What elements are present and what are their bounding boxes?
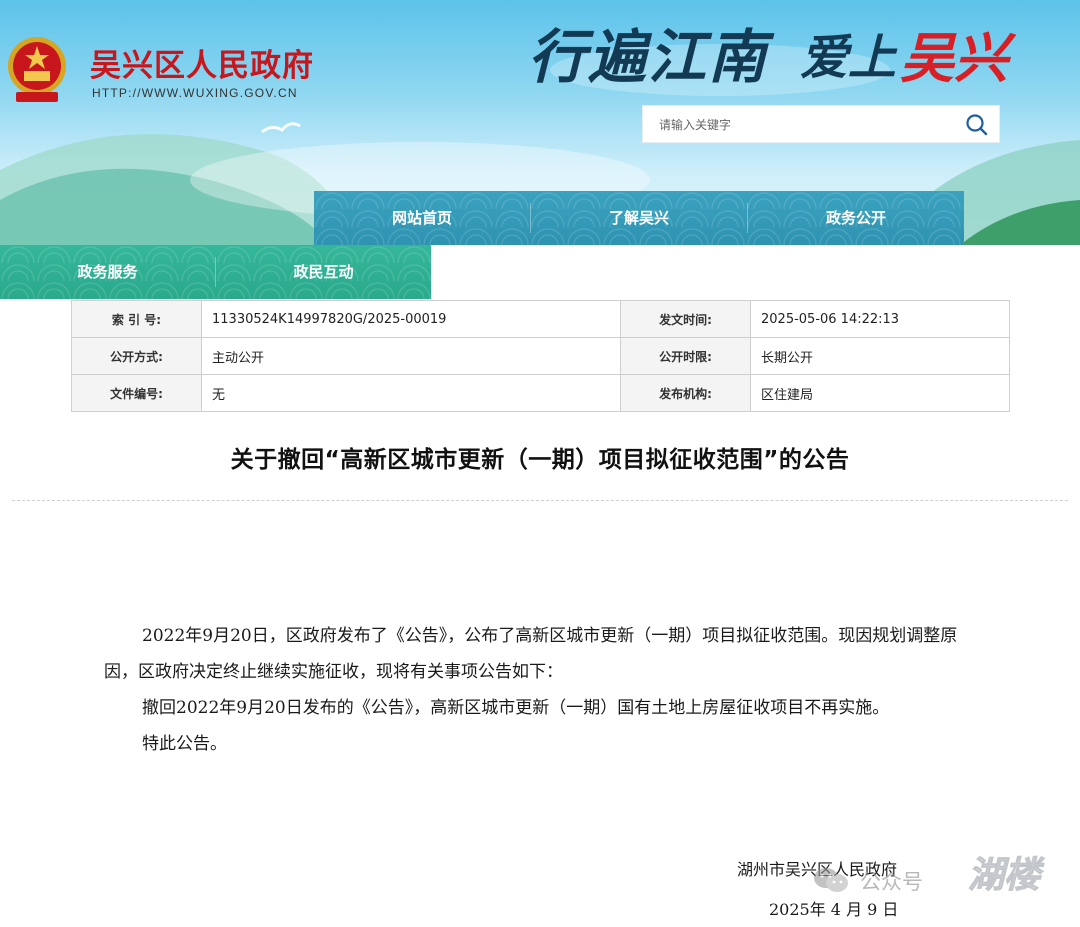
doc-number-label: 文件编号: [71, 374, 202, 412]
period-label: 公开时限: [620, 337, 751, 375]
signature-date: 2025年 4 月 9 日 [769, 900, 899, 919]
slogan-part2: 爱上 [800, 30, 897, 86]
publisher-label: 发布机构: [620, 374, 751, 412]
table-row: 文件编号: 无 发布机构: 区住建局 [71, 374, 1010, 412]
nav-item-interaction[interactable]: 政民互动 [216, 245, 431, 299]
nav-item-home[interactable]: 网站首页 [314, 191, 530, 245]
article-paragraph: 撤回2022年9月20日发布的《公告》，高新区城市更新（一期）国有土地上房屋征收… [142, 698, 890, 718]
search-box [642, 105, 1000, 144]
title-divider [12, 500, 1068, 501]
wechat-icon [812, 866, 850, 894]
national-emblem-icon [6, 36, 68, 104]
nav-item-services[interactable]: 政务服务 [0, 245, 215, 299]
secondary-nav: 政务服务 政民互动 [0, 245, 431, 299]
index-value: 11330524K14997820G/2025-00019 [201, 300, 621, 338]
doc-number-value: 无 [201, 374, 621, 412]
article-paragraph: 2022年9月20日，区政府发布了《公告》，公布了高新区城市更新（一期）项目拟征… [104, 626, 958, 682]
nav-item-gov-open[interactable]: 政务公开 [748, 191, 964, 245]
slogan-part3: 吴兴 [900, 26, 1008, 90]
slogan-part1: 行遍江南 [528, 23, 769, 91]
site-name[interactable]: 吴兴区人民政府 [90, 40, 314, 85]
article-title: 关于撤回“高新区城市更新（一期）项目拟征收范围”的公告 [230, 447, 850, 473]
method-value: 主动公开 [201, 337, 621, 375]
method-label: 公开方式: [71, 337, 202, 375]
nav-item-about[interactable]: 了解吴兴 [531, 191, 747, 245]
search-input[interactable] [643, 106, 961, 144]
table-row: 公开方式: 主动公开 公开时限: 长期公开 [71, 337, 1010, 375]
watermark-text: 公众号 [860, 870, 923, 894]
index-label: 索 引 号: [71, 300, 202, 338]
date-value: 2025-05-06 14:22:13 [750, 300, 1010, 338]
table-row: 索 引 号: 11330524K14997820G/2025-00019 发文时… [71, 300, 1010, 338]
publisher-value: 区住建局 [750, 374, 1010, 412]
date-label: 发文时间: [620, 300, 751, 338]
article-paragraph: 特此公告。 [142, 734, 227, 754]
site-url: HTTP://WWW.WUXING.GOV.CN [92, 86, 298, 100]
document-info-table: 索 引 号: 11330524K14997820G/2025-00019 发文时… [71, 300, 1010, 412]
watermark-name: 湖楼 [967, 855, 1041, 897]
period-value: 长期公开 [750, 337, 1010, 375]
search-icon[interactable] [963, 111, 991, 139]
article-body: 2022年9月20日，区政府发布了《公告》，公布了高新区城市更新（一期）项目拟征… [104, 618, 980, 762]
main-nav: 网站首页 了解吴兴 政务公开 [314, 191, 964, 245]
